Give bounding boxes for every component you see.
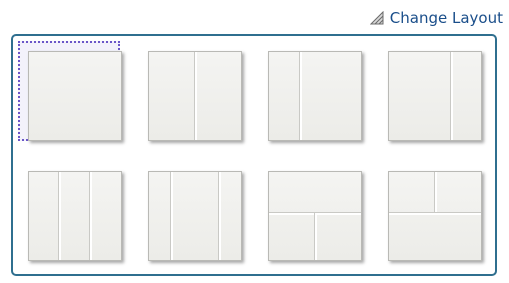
change-layout-link[interactable]: Change Layout — [369, 9, 503, 27]
resize-corner-icon — [369, 10, 384, 25]
column-divider — [450, 52, 453, 140]
change-layout-label[interactable]: Change Layout — [390, 9, 503, 27]
column-divider — [194, 52, 197, 140]
layout-option-narrow-wide-narrow-columns[interactable] — [138, 161, 242, 261]
layout-thumbnail — [148, 171, 242, 261]
layout-thumbnail — [388, 171, 482, 261]
header: Change Layout — [0, 6, 503, 30]
column-divider — [89, 172, 92, 260]
layout-option-single-column[interactable] — [18, 41, 122, 141]
row-divider — [389, 212, 481, 215]
column-divider — [314, 213, 317, 260]
layout-thumbnail — [268, 171, 362, 261]
column-divider — [218, 172, 221, 260]
layout-option-top-two-columns-bottom-row[interactable] — [378, 161, 482, 261]
column-divider — [58, 172, 61, 260]
layout-option-three-equal-columns[interactable] — [18, 161, 122, 261]
layout-picker-panel — [11, 34, 497, 276]
layout-thumbnail — [268, 51, 362, 141]
column-divider — [434, 172, 437, 212]
layout-thumbnail — [388, 51, 482, 141]
layout-thumbnail — [28, 171, 122, 261]
layout-option-narrow-left-wide-right[interactable] — [258, 41, 362, 141]
layout-option-top-row-bottom-two-columns[interactable] — [258, 161, 362, 261]
layout-thumbnail — [28, 51, 122, 141]
column-divider — [170, 172, 173, 260]
layout-option-wide-left-narrow-right[interactable] — [378, 41, 482, 141]
column-divider — [299, 52, 302, 140]
layout-thumbnail — [148, 51, 242, 141]
layout-option-two-equal-columns[interactable] — [138, 41, 242, 141]
